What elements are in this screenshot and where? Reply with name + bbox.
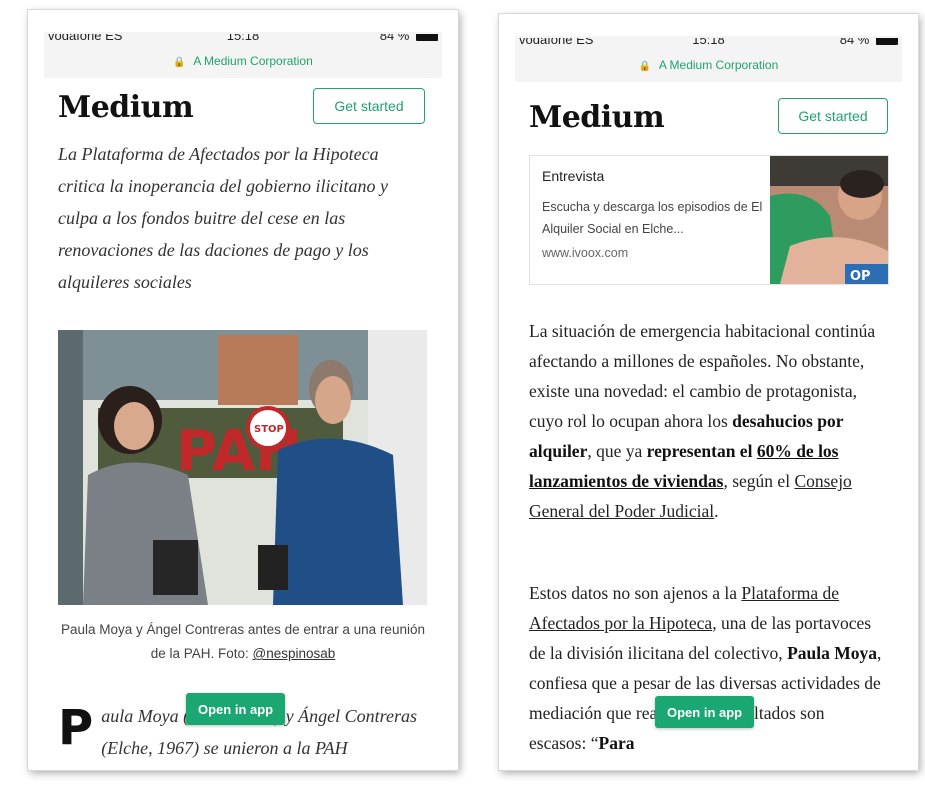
paragraph-text: , según el	[723, 471, 795, 491]
battery-icon	[876, 38, 898, 46]
bold-text: Para	[598, 733, 635, 753]
bold-text: representan el	[646, 441, 757, 461]
browser-status-bar: vodafone ES 15:18 84 % 🔒 A Medium Corpor…	[515, 36, 902, 82]
drop-cap: P	[58, 700, 94, 756]
site-label: A Medium Corporation	[193, 54, 313, 68]
caption-mention-link[interactable]: @nespinosab	[253, 646, 336, 661]
paragraph-text: , que ya	[587, 441, 647, 461]
bold-text: Paula Moya	[787, 643, 877, 663]
embed-link-card[interactable]: Entrevista Escucha y descarga los episod…	[529, 155, 889, 285]
open-in-app-button[interactable]: Open in app	[186, 693, 286, 725]
photo-caption: Paula Moya y Ángel Contreras antes de en…	[58, 618, 428, 666]
photo-illustration: PAH STOP	[58, 330, 427, 605]
medium-header: Medium Get started	[499, 98, 918, 148]
medium-header: Medium Get started	[28, 88, 458, 138]
battery-indicator: 84 %	[840, 38, 898, 47]
embed-card-thumbnail: OP	[770, 156, 888, 284]
paragraph-text: Estos datos no son ajenos a la	[529, 583, 742, 603]
photo-stop-text: STOP	[254, 424, 284, 435]
embed-card-description: Escucha y descarga los episodios de El A…	[542, 200, 763, 236]
embed-card-domain: www.ivoox.com	[542, 246, 629, 260]
battery-indicator: 84 %	[380, 34, 438, 43]
open-in-app-button[interactable]: Open in app	[655, 696, 755, 728]
lock-icon: 🔒	[638, 61, 652, 72]
paragraph-text: .	[714, 501, 719, 521]
site-identity[interactable]: 🔒 A Medium Corporation	[44, 54, 442, 68]
right-phone-screenshot: vodafone ES 15:18 84 % 🔒 A Medium Corpor…	[499, 14, 918, 770]
embed-card-title: Entrevista	[542, 168, 605, 184]
left-phone-screenshot: vodafone ES 15:18 84 % 🔒 A Medium Corpor…	[28, 10, 458, 770]
article-paragraph-1: La situación de emergencia habitacional …	[529, 316, 886, 526]
battery-percent: 84 %	[379, 34, 410, 43]
thumbnail-sign-text: OP	[850, 269, 871, 284]
site-label: A Medium Corporation	[658, 58, 779, 72]
battery-percent: 84 %	[839, 38, 870, 47]
medium-logo[interactable]: Medium	[529, 100, 665, 135]
article-subtitle: La Plataforma de Afectados por la Hipote…	[58, 144, 388, 292]
thumbnail-illustration: OP	[770, 156, 888, 284]
get-started-button[interactable]: Get started	[778, 98, 888, 134]
article-paragraph-2: Estos datos no son ajenos a la Plataform…	[529, 578, 886, 758]
lock-icon: 🔒	[173, 57, 186, 68]
caption-text: Paula Moya y Ángel Contreras antes de en…	[61, 622, 425, 661]
battery-icon	[416, 34, 438, 42]
embed-card-text: Entrevista Escucha y descarga los episod…	[542, 166, 767, 260]
get-started-button[interactable]: Get started	[313, 88, 425, 124]
medium-logo[interactable]: Medium	[58, 90, 194, 125]
site-identity[interactable]: 🔒 A Medium Corporation	[515, 58, 902, 72]
browser-status-bar: vodafone ES 15:18 84 % 🔒 A Medium Corpor…	[44, 32, 442, 78]
article-photo[interactable]: PAH STOP	[58, 330, 427, 605]
